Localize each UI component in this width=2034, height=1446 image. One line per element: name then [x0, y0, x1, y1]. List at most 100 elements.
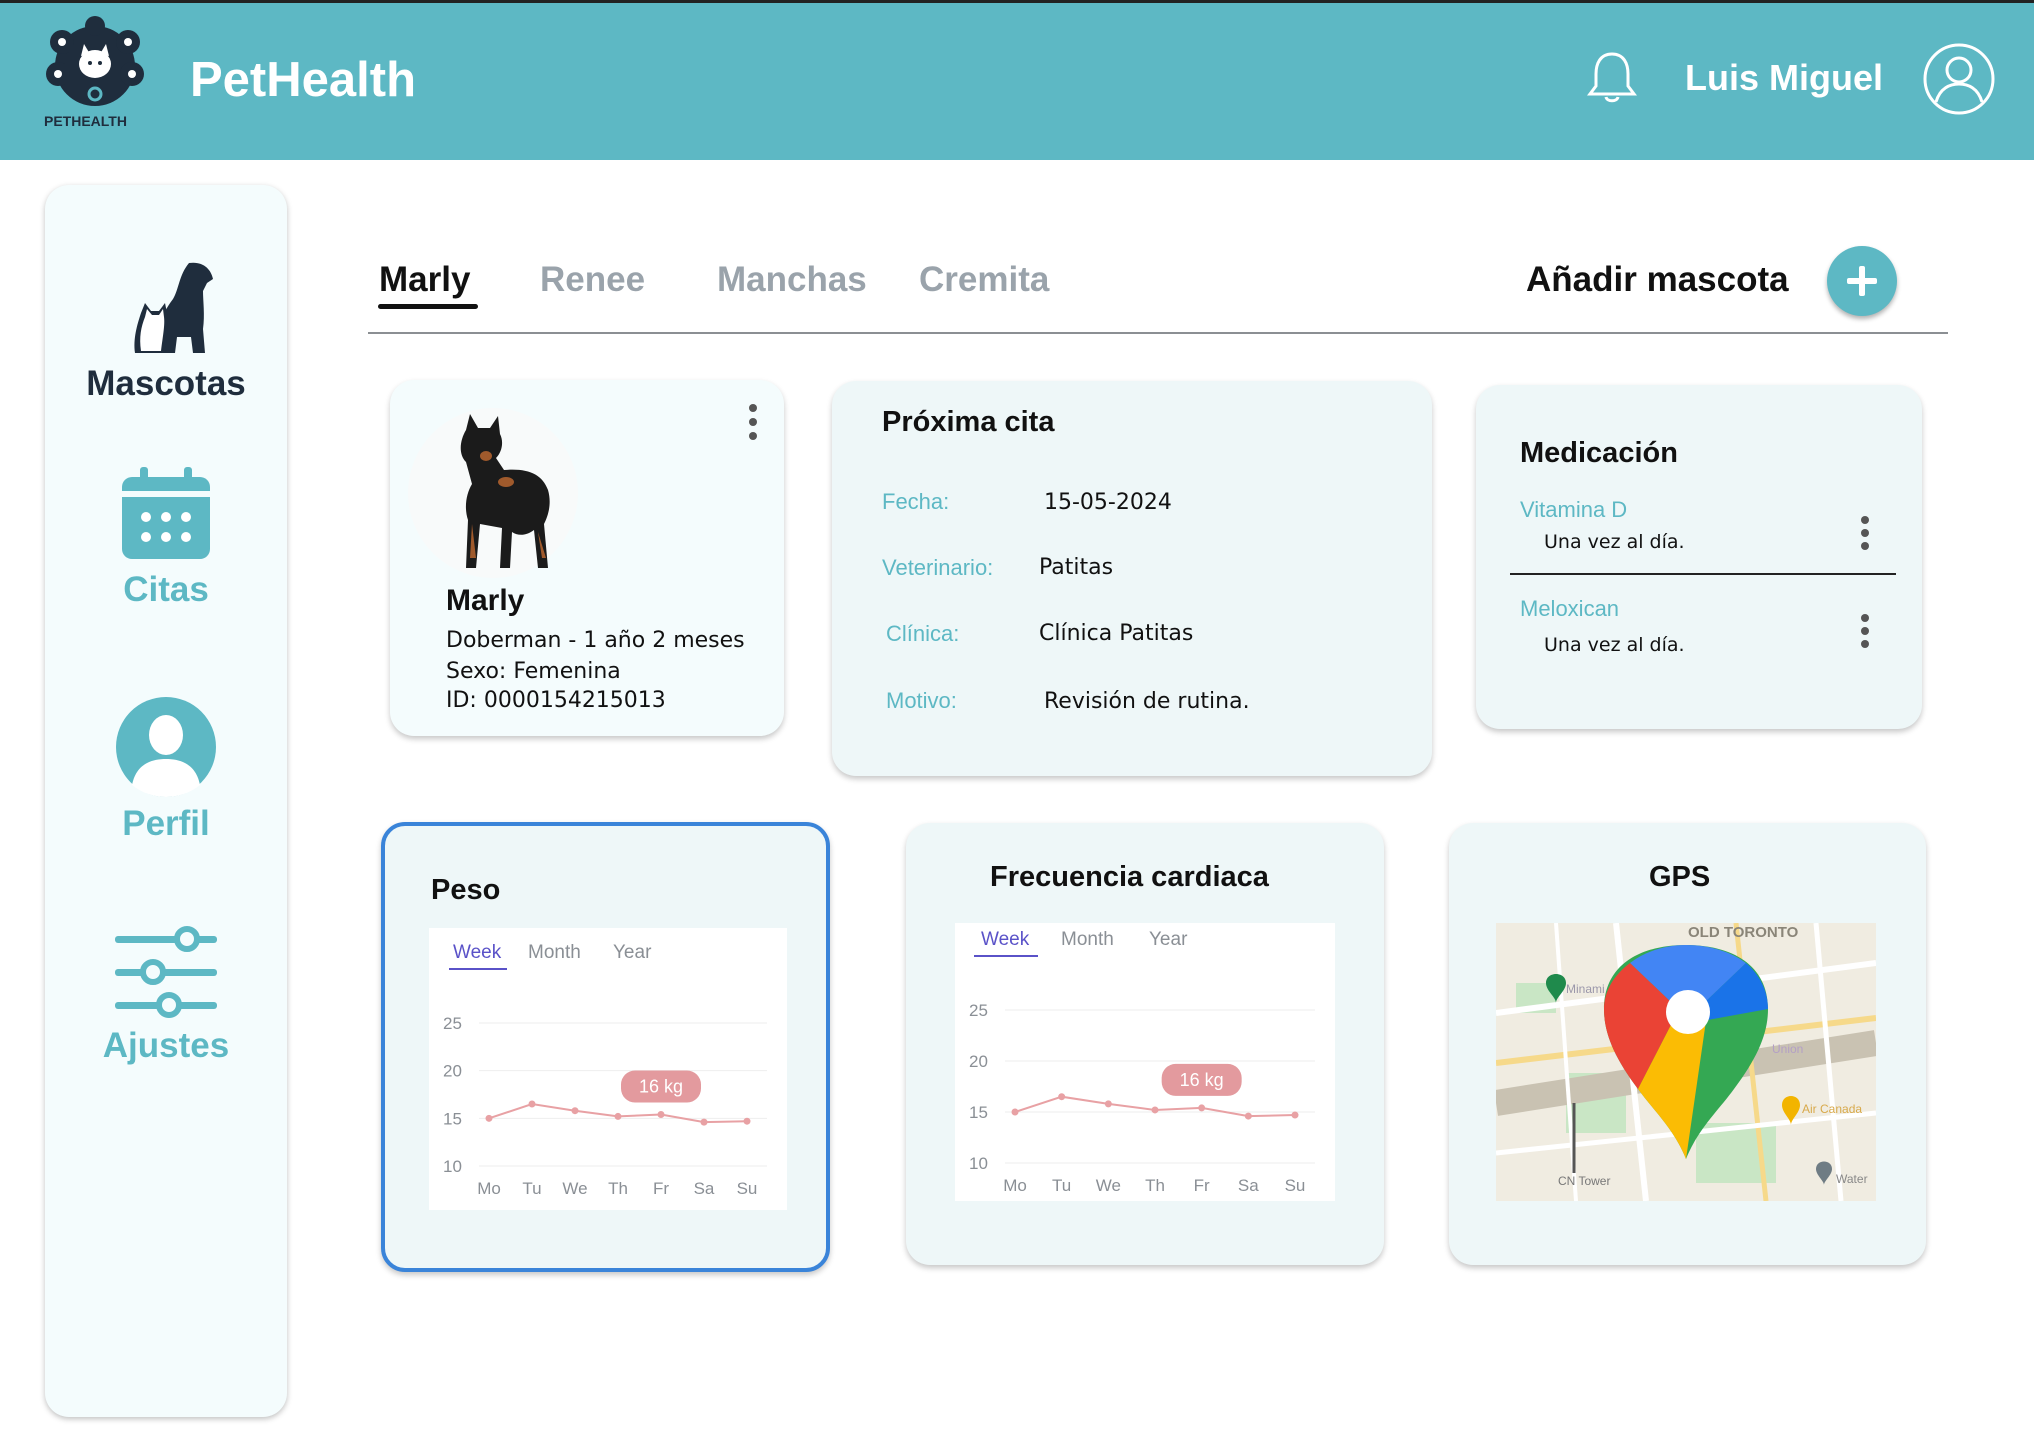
x-tick-label: Fr [653, 1179, 669, 1198]
pet-sex: Sexo: Femenina [446, 659, 621, 684]
map-label: Water [1836, 1172, 1868, 1186]
weight-title: Peso [431, 874, 501, 906]
heart-rate-card[interactable]: Frecuencia cardiaca Week Month Year 25 20… [906, 823, 1384, 1265]
x-tick-label: Su [737, 1179, 758, 1198]
sidebar-item-label: Perfil [122, 804, 210, 843]
y-tick-label: 10 [443, 1157, 462, 1176]
medication-card[interactable]: Medicación Vitamina D Una vez al día. Me… [1476, 385, 1922, 729]
appointment-key: Clínica: [886, 621, 960, 646]
data-point [1244, 1112, 1252, 1120]
appointment-title: Próxima cita [882, 406, 1055, 438]
data-point [700, 1118, 708, 1126]
pet-id: ID: 0000154215013 [446, 688, 666, 713]
dog-cat-icon [134, 262, 213, 353]
x-tick-label: Sa [1238, 1176, 1259, 1195]
map-label: Minami [1566, 982, 1605, 996]
appointment-value: Patitas [1039, 555, 1114, 580]
x-tick-label: Mo [1003, 1176, 1027, 1195]
sidebar-item-label: Mascotas [86, 364, 246, 403]
weight-chart-box: Week Month Year 25 20 15 10 Mo Tu We Th Fr Sa Su 16… [429, 928, 787, 1210]
add-pet-button[interactable] [1827, 246, 1897, 316]
y-tick-label: 20 [443, 1062, 462, 1081]
medication-options-icon[interactable] [1858, 515, 1872, 556]
data-point [743, 1117, 751, 1125]
data-point [1104, 1100, 1112, 1108]
map-label: OLD TORONTO [1688, 924, 1799, 941]
map-label: Air Canada [1802, 1102, 1862, 1116]
tab-cremita[interactable]: Cremita [919, 260, 1049, 300]
weight-line-chart: 25 20 15 10 Mo Tu We Th Fr Sa Su 16 kg [443, 1014, 767, 1198]
medication-title: Medicación [1520, 437, 1678, 469]
x-tick-label: We [1096, 1176, 1121, 1195]
appointment-key: Motivo: [886, 688, 957, 713]
plus-icon [1847, 266, 1877, 296]
x-tick-label: Th [1145, 1176, 1165, 1195]
appointment-key: Veterinario: [882, 555, 994, 580]
add-pet-label[interactable]: Añadir mascota [1526, 260, 1789, 300]
map-label: Union [1772, 1042, 1803, 1056]
tab-manchas[interactable]: Manchas [717, 260, 867, 300]
y-tick-label: 15 [969, 1103, 988, 1122]
x-tick-label: Th [608, 1179, 628, 1198]
bell-icon[interactable] [1586, 48, 1638, 104]
medication-frequency: Una vez al día. [1544, 531, 1685, 553]
data-point [614, 1112, 622, 1120]
appointment-value: Clínica Patitas [1039, 621, 1194, 646]
data-point [1198, 1104, 1206, 1112]
data-point [1058, 1093, 1066, 1101]
data-point [1011, 1108, 1019, 1116]
data-point [1151, 1106, 1159, 1114]
pet-card[interactable]: Marly Doberman - 1 año 2 meses Sexo: Fem… [390, 380, 784, 736]
heart-rate-chart-box: Week Month Year 25 20 15 10 Mo Tu We Th Fr Sa Su 16… [955, 923, 1335, 1201]
x-tick-label: Fr [1194, 1176, 1210, 1195]
map-label: CN Tower [1558, 1174, 1610, 1188]
x-tick-label: Sa [694, 1179, 715, 1198]
user-icon [116, 697, 216, 797]
doberman-image [460, 414, 550, 568]
sidebar-item-mascotas[interactable]: Mascotas [45, 255, 287, 404]
medication-frequency: Una vez al día. [1544, 634, 1685, 656]
x-tick-label: Tu [1052, 1176, 1071, 1195]
pet-photo [408, 408, 578, 578]
tab-renee[interactable]: Renee [540, 260, 645, 300]
sliders-icon [115, 926, 217, 1018]
pethealth-logo[interactable]: PETHEALTH [40, 14, 150, 132]
user-avatar-icon[interactable] [1922, 42, 1996, 116]
medication-name: Meloxican [1520, 596, 1620, 621]
y-tick-label: 10 [969, 1154, 988, 1173]
next-appointment-card[interactable]: Próxima cita Fecha: 15-05-2024 Veterinar… [832, 381, 1432, 776]
gps-title: GPS [1649, 861, 1711, 893]
value-tooltip-label: 16 kg [1180, 1070, 1224, 1090]
pet-options-icon[interactable] [745, 402, 761, 442]
medication-name: Vitamina D [1520, 497, 1628, 522]
data-point [1291, 1111, 1299, 1119]
weight-card[interactable]: Peso Week Month Year 25 20 15 10 Mo Tu We Th Fr S… [381, 822, 830, 1272]
y-tick-label: 25 [443, 1014, 462, 1033]
pet-breed-age: Doberman - 1 año 2 meses [446, 628, 745, 653]
x-tick-label: Mo [477, 1179, 501, 1198]
x-tick-label: Su [1285, 1176, 1306, 1195]
heart-rate-line-chart: 25 20 15 10 Mo Tu We Th Fr Sa Su 16 kg [969, 1001, 1315, 1195]
user-name[interactable]: Luis Miguel [1685, 57, 1883, 99]
medication-options-icon[interactable] [1858, 613, 1872, 654]
gps-card[interactable]: GPS OLD TORONTO Minami Union Air Canada … [1449, 823, 1926, 1265]
calendar-icon [122, 467, 210, 559]
y-tick-label: 20 [969, 1052, 988, 1071]
gps-map[interactable]: OLD TORONTO Minami Union Air Canada CN T… [1493, 922, 1879, 1202]
x-tick-label: Tu [522, 1179, 541, 1198]
sidebar-item-perfil[interactable]: Perfil [45, 695, 287, 844]
pet-name: Marly [446, 584, 525, 617]
logo-text: PETHEALTH [44, 113, 127, 129]
sidebar-item-citas[interactable]: Citas [45, 465, 287, 610]
heart-rate-title: Frecuencia cardiaca [990, 861, 1269, 893]
data-point [571, 1107, 579, 1115]
app-title: PetHealth [190, 53, 417, 107]
appointment-value: Revisión de rutina. [1044, 689, 1250, 714]
data-point [485, 1114, 493, 1122]
tabs-divider [368, 332, 1948, 334]
sidebar-item-label: Citas [123, 570, 209, 609]
y-tick-label: 15 [443, 1109, 462, 1128]
tab-marly[interactable]: Marly [379, 260, 470, 300]
appointment-value: 15-05-2024 [1044, 490, 1172, 515]
sidebar-item-ajustes[interactable]: Ajustes [45, 925, 287, 1066]
